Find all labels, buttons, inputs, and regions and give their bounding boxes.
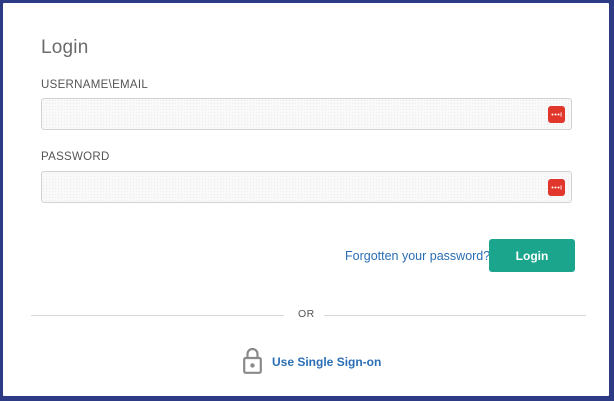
username-label: USERNAME\EMAIL <box>41 79 149 91</box>
divider-left <box>31 315 284 316</box>
page-title: Login <box>41 37 89 58</box>
password-field-container <box>41 171 572 203</box>
login-button[interactable]: Login <box>489 239 575 272</box>
login-panel: Login USERNAME\EMAIL PASSWORD Forgotten … <box>3 3 609 396</box>
forgot-password-link[interactable]: Forgotten your password? <box>345 249 490 263</box>
password-input[interactable] <box>42 172 571 202</box>
or-separator: OR <box>298 308 315 320</box>
single-sign-on-button[interactable]: Use Single Sign-on <box>243 347 381 374</box>
sso-link-label: Use Single Sign-on <box>272 355 382 369</box>
password-label: PASSWORD <box>41 151 110 163</box>
password-manager-dots-icon <box>551 185 562 190</box>
username-field-container <box>41 98 572 130</box>
divider-right <box>324 315 586 316</box>
password-manager-icon[interactable] <box>548 106 565 123</box>
username-input[interactable] <box>42 99 571 129</box>
password-manager-icon[interactable] <box>548 179 565 196</box>
password-manager-dots-icon <box>551 112 562 117</box>
lock-icon <box>243 347 262 374</box>
